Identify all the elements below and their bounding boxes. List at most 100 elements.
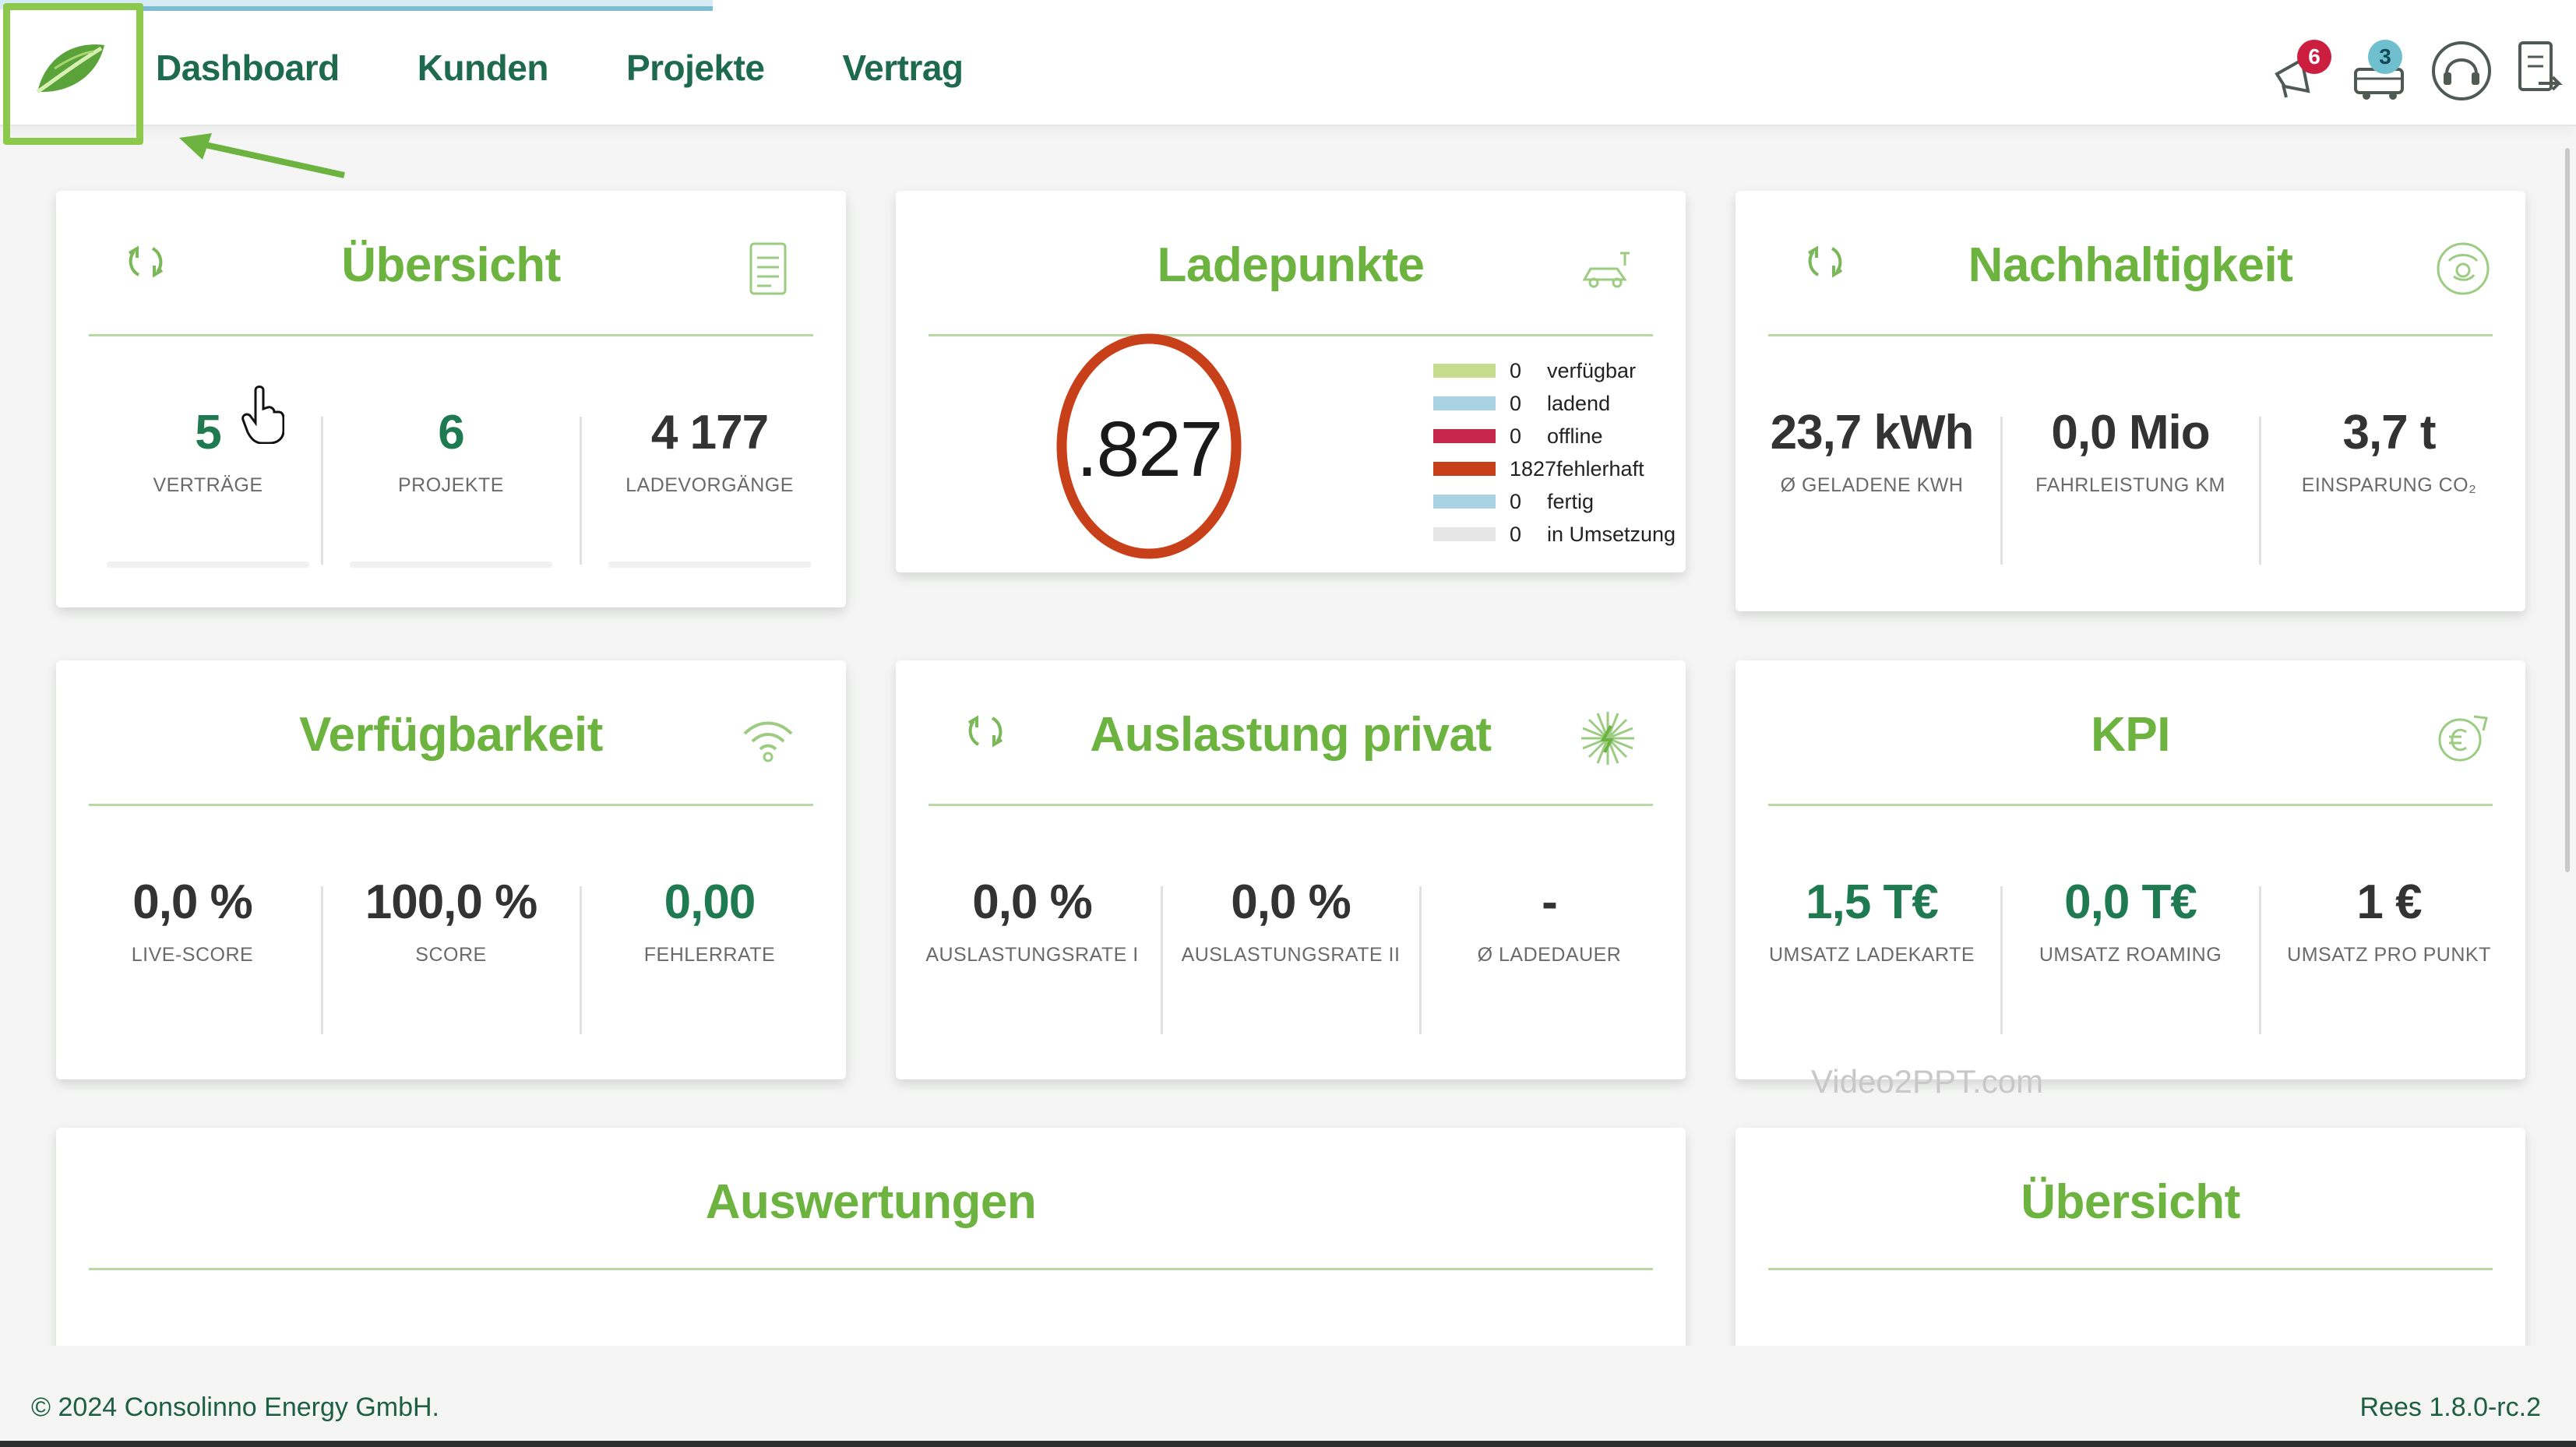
stat-label: AUSLASTUNGSRATE II xyxy=(1181,944,1401,966)
legend-item[interactable]: 0 fertig xyxy=(1433,485,1676,518)
messages-badge: 3 xyxy=(2368,40,2402,74)
stat-label: FAHRLEISTUNG KM xyxy=(2035,474,2225,496)
stat-label: AUSLASTUNGSRATE I xyxy=(925,944,1139,966)
card-nachhaltigkeit: Nachhaltigkeit 23,7 kWh Ø GELADENE KWH 0,… xyxy=(1736,191,2525,611)
card-title: Ladepunkte xyxy=(1157,238,1425,292)
legend-count: 0 xyxy=(1510,391,1522,415)
card-title: Übersicht xyxy=(2021,1175,2240,1229)
annotation-arrow-icon xyxy=(179,133,345,178)
card-divider xyxy=(89,804,813,806)
stat-label: Ø GELADENE KWH xyxy=(1780,474,1964,496)
card-kpi: KPI 1,5 T€ UMSATZ LADEKARTE 0,0 T€ UMSATZ … xyxy=(1736,660,2525,1079)
card-ladepunkte: Ladepunkte .827 0 verfügbar 0 ladend 0 offlin… xyxy=(896,191,1686,572)
logout-button[interactable] xyxy=(2504,35,2574,105)
card-uebersicht: Übersicht 5 VERTRÄGE 6 PROJEKTE 4 177 LADEV… xyxy=(56,191,846,607)
legend-item[interactable]: 0 offline xyxy=(1433,420,1676,452)
card-title: Auswertungen xyxy=(705,1175,1037,1229)
stat-label: PROJEKTE xyxy=(398,474,504,496)
legend-count: 0 xyxy=(1510,358,1522,382)
hand-pointer-cursor-icon xyxy=(241,386,284,444)
watermark-text: Video2PPT.com xyxy=(1811,1063,2044,1100)
card-divider xyxy=(929,804,1653,806)
stat-value: - xyxy=(1542,875,1558,929)
stat-ladedauer[interactable]: - Ø LADEDAUER xyxy=(1432,875,1666,966)
stat-vertraege[interactable]: 5 VERTRÄGE xyxy=(91,405,325,497)
stat-label: FEHLERRATE xyxy=(643,944,776,966)
footer-version: Rees 1.8.0-rc.2 xyxy=(2359,1392,2541,1422)
stat-umsatz-roaming[interactable]: 0,0 T€ UMSATZ ROAMING xyxy=(2014,875,2247,966)
vertical-scrollbar[interactable] xyxy=(2565,148,2570,872)
card-divider xyxy=(929,334,1653,336)
ladepunkte-legend: 0 verfügbar 0 ladend 0 offline 1827 fehlerhaft 0… xyxy=(1433,354,1676,551)
legend-label: fehlerhaft xyxy=(1556,456,1644,481)
nav-vertrag[interactable]: Vertrag xyxy=(843,47,964,89)
card-divider xyxy=(89,334,813,336)
legend-swatch xyxy=(1433,396,1496,410)
nav-kunden[interactable]: Kunden xyxy=(418,47,549,89)
logo-highlight-box xyxy=(3,3,143,145)
legend-swatch xyxy=(1433,462,1496,476)
legend-label: fertig xyxy=(1547,489,1595,513)
stat-divider xyxy=(1419,886,1422,1034)
stat-value: 100,0 % xyxy=(365,875,538,929)
legend-item[interactable]: 0 in Umsetzung xyxy=(1433,518,1676,551)
legend-swatch xyxy=(1433,495,1496,509)
card-title: Auslastung privat xyxy=(1090,708,1492,762)
card-divider xyxy=(1768,804,2493,806)
legend-item[interactable]: 0 verfügbar xyxy=(1433,354,1676,387)
stat-fahrleistung[interactable]: 0,0 Mio FAHRLEISTUNG KM xyxy=(2014,405,2247,497)
card-uebersicht-bottom: Übersicht xyxy=(1736,1128,2525,1377)
stat-live-score[interactable]: 0,0 % LIVE-SCORE xyxy=(76,875,309,966)
legend-label: in Umsetzung xyxy=(1547,522,1676,546)
nav-dashboard[interactable]: Dashboard xyxy=(156,47,340,89)
stat-einsparung-co2[interactable]: 3,7 t EINSPARUNG CO₂ xyxy=(2272,405,2506,497)
nav-projekte[interactable]: Projekte xyxy=(626,47,765,89)
stat-divider xyxy=(1161,886,1163,1034)
card-auswertungen: Auswertungen xyxy=(56,1128,1686,1377)
card-title: Verfügbarkeit xyxy=(299,708,603,762)
main-nav: Dashboard Kunden Projekte Vertrag xyxy=(156,47,1041,89)
stat-value: 0,00 xyxy=(664,875,756,929)
logout-icon xyxy=(2518,41,2563,91)
stat-underline xyxy=(608,562,811,568)
euro-refresh-icon xyxy=(2432,707,2494,769)
stat-umsatz-pro-punkt[interactable]: 1 € UMSATZ PRO PUNKT xyxy=(2272,875,2506,966)
stat-label: VERTRÄGE xyxy=(153,474,263,496)
card-title: KPI xyxy=(2091,708,2170,762)
stat-ladevorgaenge[interactable]: 4 177 LADEVORGÄNGE xyxy=(593,405,826,497)
stat-auslastungsrate-1[interactable]: 0,0 % AUSLASTUNGSRATE I xyxy=(915,875,1149,966)
legend-swatch xyxy=(1433,364,1496,378)
stat-geladene-kwh[interactable]: 23,7 kWh Ø GELADENE KWH xyxy=(1755,405,1989,497)
legend-item[interactable]: 0 ladend xyxy=(1433,387,1676,420)
stat-label: LADEVORGÄNGE xyxy=(625,474,794,496)
stat-value: 1 € xyxy=(2356,875,2422,929)
card-verfuegbarkeit: Verfügbarkeit 0,0 % LIVE-SCORE 100,0 % SCO… xyxy=(56,660,846,1079)
donut-total-value: .827 xyxy=(1076,406,1224,493)
stat-score[interactable]: 100,0 % SCORE xyxy=(334,875,568,966)
legend-count: 1827 xyxy=(1510,456,1557,481)
globe-leaf-icon xyxy=(2432,238,2494,300)
stat-value: 23,7 kWh xyxy=(1770,406,1975,459)
legend-swatch xyxy=(1433,527,1496,541)
stat-value: 0,0 T€ xyxy=(2064,875,2197,929)
stat-value: 0,0 % xyxy=(132,875,253,929)
stat-auslastungsrate-2[interactable]: 0,0 % AUSLASTUNGSRATE II xyxy=(1174,875,1408,966)
legend-item[interactable]: 1827 fehlerhaft xyxy=(1433,452,1676,485)
stat-divider xyxy=(580,886,582,1034)
stat-projekte[interactable]: 6 PROJEKTE xyxy=(334,405,568,497)
footer-copyright: © 2024 Consolinno Energy GmbH. xyxy=(31,1392,439,1422)
stat-value: 6 xyxy=(438,406,464,459)
stat-fehlerrate[interactable]: 0,00 FEHLERRATE xyxy=(593,875,826,966)
stat-umsatz-ladekarte[interactable]: 1,5 T€ UMSATZ LADEKARTE xyxy=(1755,875,1989,966)
stat-label: Ø LADEDAUER xyxy=(1477,944,1622,966)
support-button[interactable] xyxy=(2426,35,2497,105)
card-title: Übersicht xyxy=(341,238,561,292)
messages-button[interactable]: 3 xyxy=(2345,35,2415,105)
legend-label: offline xyxy=(1547,424,1603,448)
wifi-icon xyxy=(737,707,799,769)
stat-divider xyxy=(2000,886,2003,1034)
energy-burst-icon xyxy=(1577,707,1639,769)
notifications-button[interactable]: 6 xyxy=(2263,35,2333,105)
card-divider xyxy=(1768,1268,2493,1270)
stat-divider xyxy=(580,417,582,565)
